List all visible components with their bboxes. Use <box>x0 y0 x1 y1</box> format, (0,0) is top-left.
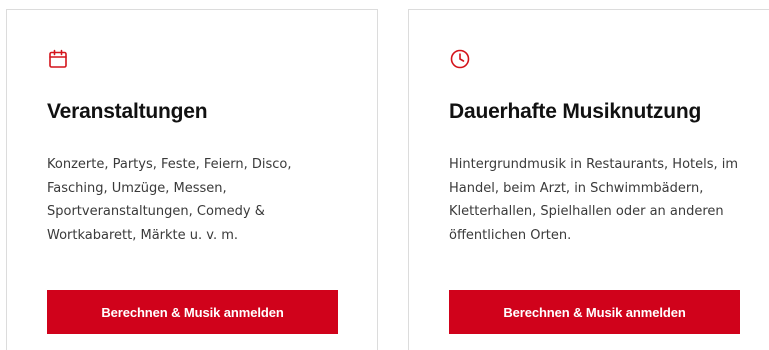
calendar-icon <box>47 48 69 70</box>
card-veranstaltungen: Veranstaltungen Konzerte, Partys, Feste,… <box>6 9 378 350</box>
card-dauerhafte-musiknutzung: Dauerhafte Musiknutzung Hintergrundmusik… <box>408 9 769 350</box>
page: Veranstaltungen Konzerte, Partys, Feste,… <box>0 0 769 350</box>
card-title: Veranstaltungen <box>47 100 208 123</box>
berechnen-anmelden-button[interactable]: Berechnen & Musik anmelden <box>449 290 740 334</box>
clock-icon <box>449 48 471 70</box>
card-title: Dauerhafte Musiknutzung <box>449 100 702 123</box>
berechnen-anmelden-button[interactable]: Berechnen & Musik anmelden <box>47 290 338 334</box>
card-description: Hintergrundmusik in Restaurants, Hotels,… <box>449 157 739 243</box>
card-description: Konzerte, Partys, Feste, Feiern, Disco, … <box>47 157 292 243</box>
